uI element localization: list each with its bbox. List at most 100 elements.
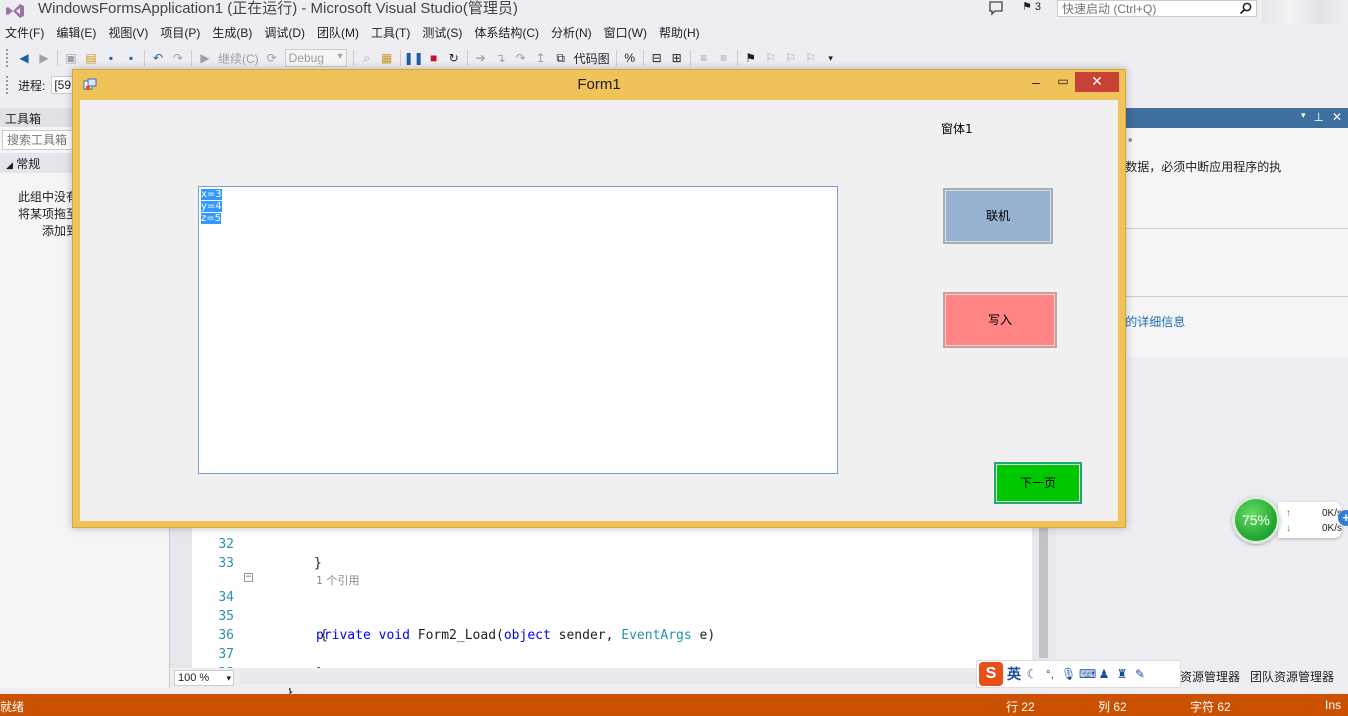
toolbar-grip[interactable]	[6, 76, 10, 94]
break-all-icon[interactable]: ❚❚	[404, 48, 424, 68]
menu-debug[interactable]: 调试(D)	[259, 22, 312, 42]
solution-config-select[interactable]: Debug	[284, 49, 347, 67]
show-next-statement-icon[interactable]: ➔	[471, 48, 491, 68]
wrench-icon[interactable]: ✎	[1133, 666, 1147, 682]
editor-horizontal-scrollbar[interactable]	[240, 672, 1030, 684]
microphone-icon[interactable]: 🎙	[1061, 666, 1076, 682]
restart-icon[interactable]: ↻	[444, 48, 464, 68]
new-project-icon[interactable]: ▣	[61, 48, 81, 68]
textbox-line: z=5	[201, 213, 221, 224]
punctuation-icon[interactable]: °,	[1043, 666, 1057, 682]
menu-tools[interactable]: 工具(T)	[366, 22, 417, 42]
window-controls-obscured	[1262, 0, 1348, 24]
ime-language-toggle[interactable]: 英	[1007, 664, 1021, 684]
right-panel-tabs: 资源管理器 团队资源管理器	[1180, 668, 1334, 688]
network-rates: ↑ 0K/s ↓ 0K/s	[1278, 502, 1342, 538]
save-icon[interactable]: ▪	[101, 48, 121, 68]
continue-icon[interactable]: ▶	[195, 48, 215, 68]
search-icon[interactable]	[1239, 2, 1252, 15]
standard-toolbar: ◀ ▶ ▣ ▤ ▪ ▪ ↶ ↷ ▶ 继续(C) ⟳ Debug ⌕ ▦ ❚❚ ■…	[0, 46, 1348, 70]
next-bookmark-icon[interactable]: ⚐	[781, 48, 801, 68]
collapse-triangle-icon[interactable]: ◢	[6, 160, 13, 170]
feedback-icon[interactable]	[988, 0, 1004, 16]
minimize-icon[interactable]: ‒	[1023, 74, 1049, 92]
bookmark-icon[interactable]: ⚑	[741, 48, 761, 68]
tab-solution-explorer[interactable]: 资源管理器	[1180, 668, 1240, 688]
status-column: 列 62	[1098, 700, 1127, 714]
maximize-icon[interactable]: ▭	[1050, 74, 1076, 92]
editor-vertical-scrollbar[interactable]	[1032, 520, 1056, 668]
menu-analyze[interactable]: 分析(N)	[546, 22, 599, 42]
menu-help[interactable]: 帮助(H)	[654, 22, 707, 42]
sogou-logo-icon[interactable]: S	[979, 662, 1003, 686]
clear-bookmarks-icon[interactable]: ⚐	[801, 48, 821, 68]
textbox-line: x=3	[201, 189, 222, 200]
form1-titlebar[interactable]: Form1 ‒ ▭ ✕	[73, 70, 1125, 99]
toolbar-overflow-icon[interactable]: ▾	[821, 48, 841, 68]
continue-button[interactable]: 继续(C)	[218, 50, 259, 67]
menu-view[interactable]: 视图(V)	[103, 22, 155, 42]
quick-launch-input[interactable]	[1058, 1, 1233, 16]
vs-title-bar: WindowsFormsApplication1 (正在运行) - Micros…	[0, 0, 1348, 24]
panel-close-icon[interactable]: ✕	[1332, 110, 1342, 124]
save-all-icon[interactable]: ▪	[121, 48, 141, 68]
close-icon[interactable]: ✕	[1075, 72, 1119, 92]
output-textbox[interactable]: x=3 y=4 z=5	[198, 186, 838, 474]
tab-team-explorer[interactable]: 团队资源管理器	[1250, 668, 1334, 688]
stop-debugging-icon[interactable]: ■	[424, 48, 444, 68]
collapse-region-icon[interactable]: −	[244, 573, 253, 582]
ime-toolbar: S 英 ☾ °, 🎙 ⌨ ♟ ♜ ✎	[976, 660, 1181, 688]
code-editor-area[interactable]: 32 } 33 1 个引用 34 − private void Form2_Lo…	[192, 520, 1032, 700]
menu-test[interactable]: 测试(S)	[417, 22, 469, 42]
user-icon[interactable]: ♟	[1097, 666, 1111, 682]
memory-usage-gauge[interactable]: 75%	[1232, 496, 1280, 544]
moon-icon[interactable]: ☾	[1025, 666, 1039, 682]
menu-project[interactable]: 项目(P)	[155, 22, 207, 42]
menu-architecture[interactable]: 体系结构(C)	[469, 22, 546, 42]
menu-file[interactable]: 文件(F)	[0, 22, 51, 42]
scrollbar-thumb[interactable]	[1039, 528, 1048, 658]
step-out-icon[interactable]: ↥	[531, 48, 551, 68]
keyboard-icon[interactable]: ⌨	[1079, 666, 1096, 682]
write-button[interactable]: 写入	[943, 292, 1057, 348]
navigate-back-icon[interactable]: ◀	[14, 48, 34, 68]
step-over-icon[interactable]: ↷	[511, 48, 531, 68]
open-file-icon[interactable]: ▤	[81, 48, 101, 68]
undo-icon[interactable]: ↶	[148, 48, 168, 68]
prev-bookmark-icon[interactable]: ⚐	[761, 48, 781, 68]
pin-icon[interactable]: ⊥	[1313, 110, 1323, 124]
navigate-forward-icon[interactable]: ▶	[34, 48, 54, 68]
refresh-icon[interactable]: ⟳	[262, 48, 282, 68]
menu-bar: 文件(F) 编辑(E) 视图(V) 项目(P) 生成(B) 调试(D) 团队(M…	[0, 22, 1348, 42]
zoom-select[interactable]: 100 %	[174, 670, 234, 686]
skin-shirt-icon[interactable]: ♜	[1115, 666, 1129, 682]
menu-window[interactable]: 窗口(W)	[599, 22, 654, 42]
step-into-icon[interactable]: ↴	[491, 48, 511, 68]
quick-launch[interactable]	[1057, 0, 1257, 17]
connect-button[interactable]: 联机	[943, 188, 1053, 244]
find-icon[interactable]: ⌕	[357, 48, 377, 68]
notification-count: 3	[1034, 1, 1042, 13]
process-select[interactable]: [59	[51, 76, 74, 94]
hex-display-icon[interactable]: %	[620, 48, 640, 68]
toolbar-grip[interactable]	[6, 49, 10, 67]
code-map-button[interactable]: 代码图	[574, 50, 610, 67]
attach-icon[interactable]: ▦	[377, 48, 397, 68]
panel-dropdown-icon[interactable]: ▾	[1301, 110, 1306, 124]
menu-edit[interactable]: 编辑(E)	[51, 22, 103, 42]
plus-icon[interactable]: +	[1338, 510, 1348, 526]
download-arrow-icon: ↓	[1286, 523, 1291, 534]
menu-team[interactable]: 团队(M)	[312, 22, 366, 42]
menu-build[interactable]: 生成(B)	[207, 22, 259, 42]
status-ready: 就绪	[0, 700, 25, 714]
next-page-button[interactable]: 下一页	[994, 462, 1082, 504]
code-map-icon[interactable]: ⧉	[551, 48, 571, 68]
network-speed-widget[interactable]: ↑ 0K/s ↓ 0K/s 75% +	[1232, 496, 1348, 544]
thread-icon[interactable]: ⊟	[647, 48, 667, 68]
comment-icon[interactable]: ≡	[694, 48, 714, 68]
redo-icon[interactable]: ↷	[168, 48, 188, 68]
notifications-flag-icon[interactable]: ⚑ 3	[1022, 0, 1046, 16]
save-log-icon[interactable]: ▪	[1128, 132, 1133, 150]
uncomment-icon[interactable]: ≡	[714, 48, 734, 68]
stack-frame-icon[interactable]: ⊞	[667, 48, 687, 68]
